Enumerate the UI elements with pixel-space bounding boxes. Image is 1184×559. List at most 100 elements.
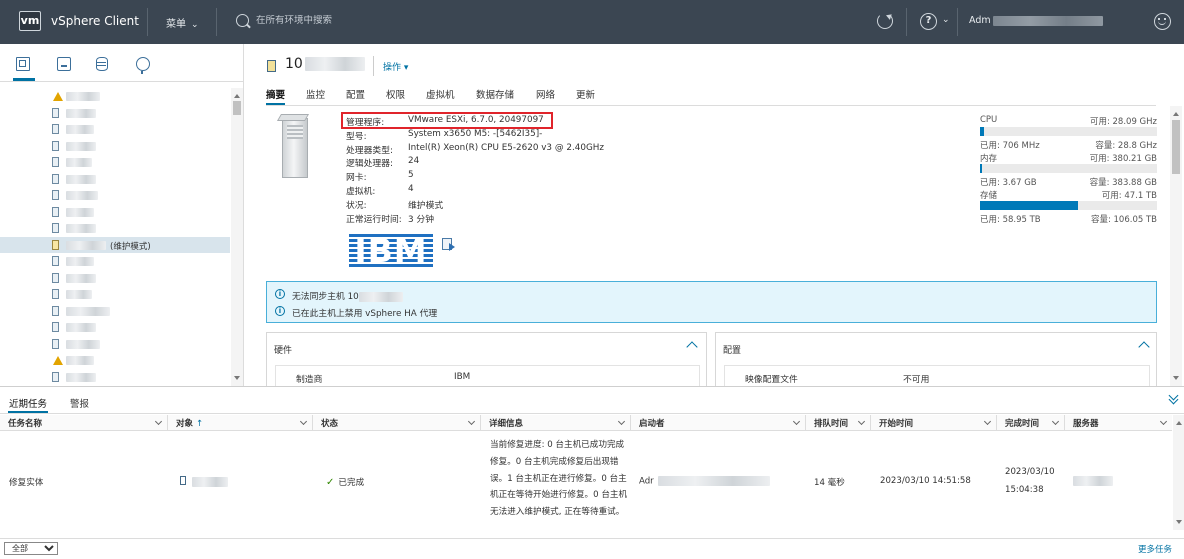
filter-caret-icon[interactable] xyxy=(617,417,626,426)
column-task-name[interactable]: 任务名称 xyxy=(0,415,168,431)
tree-item[interactable] xyxy=(0,138,230,154)
global-search-input[interactable] xyxy=(256,15,556,26)
chevron-down-icon[interactable]: ⌄ xyxy=(942,15,950,25)
filter-caret-icon[interactable] xyxy=(857,417,866,426)
filter-caret-icon[interactable] xyxy=(792,417,801,426)
column-initiator[interactable]: 启动者 xyxy=(631,415,806,431)
redacted-host-name xyxy=(66,306,110,316)
export-icon[interactable] xyxy=(442,238,455,251)
task-filter-select[interactable]: 全部 xyxy=(4,542,58,555)
storage-capacity: 容量: 106.05 TB xyxy=(1090,215,1157,225)
column-status[interactable]: 状态 xyxy=(313,415,481,431)
cpu-label: CPU xyxy=(980,115,998,125)
navigator-scrollbar[interactable] xyxy=(231,88,243,386)
tab-recent-tasks[interactable]: 近期任务 xyxy=(7,396,49,413)
tree-item[interactable] xyxy=(0,220,230,236)
storage-usage-bar xyxy=(980,201,1157,210)
storage-icon[interactable] xyxy=(96,57,108,71)
task-initiator: Adr xyxy=(639,476,770,487)
table-row[interactable]: 修复实体 ✓ 已完成 当前修复进度: 0 台主机已成功完成修复。0 台主机完成修复… xyxy=(0,432,1172,524)
tab-summary[interactable]: 摘要 xyxy=(266,87,286,105)
property-value: System x3650 M5: -[5462I35]- xyxy=(408,128,543,139)
tab-alarms[interactable]: 警报 xyxy=(70,396,89,410)
host-icon xyxy=(52,305,59,316)
hypervisor-highlight-box xyxy=(341,112,553,129)
recent-tasks-panel: 近期任务 警报 任务名称 对象 ↑ 状态 详细信息 启动者 排队时间 开始时间 完… xyxy=(0,386,1184,559)
alert-message: 无法同步主机 10 xyxy=(292,289,403,302)
tab-vms[interactable]: 虚拟机 xyxy=(426,87,455,101)
task-server[interactable] xyxy=(1073,476,1113,487)
tab-updates[interactable]: 更新 xyxy=(576,87,595,101)
tree-item[interactable] xyxy=(0,319,230,335)
tree-item[interactable] xyxy=(0,105,230,121)
task-object[interactable] xyxy=(180,476,228,487)
tree-item[interactable] xyxy=(0,286,230,302)
redacted-host-name xyxy=(66,141,96,151)
header-divider xyxy=(906,8,907,36)
column-object[interactable]: 对象 ↑ xyxy=(168,415,313,431)
filter-caret-icon[interactable] xyxy=(154,417,163,426)
tab-networks[interactable]: 网络 xyxy=(536,87,555,101)
tree-item[interactable] xyxy=(0,369,230,385)
column-start-time[interactable]: 开始时间 xyxy=(871,415,997,431)
task-table-scrollbar[interactable] xyxy=(1173,415,1184,530)
feedback-smiley-icon[interactable] xyxy=(1154,13,1171,30)
filter-caret-icon[interactable] xyxy=(467,417,476,426)
vsphere-client: vm vSphere Client 菜单 ⌄ ? ⌄ Adm xyxy=(0,0,1184,559)
host-icon xyxy=(52,223,59,233)
tab-datastores[interactable]: 数据存储 xyxy=(476,87,514,101)
tree-item[interactable] xyxy=(0,204,230,220)
tree-item[interactable] xyxy=(0,171,230,187)
host-icon xyxy=(52,338,59,349)
tab-monitor[interactable]: 监控 xyxy=(306,87,325,101)
card-key: 映像配置文件 xyxy=(745,375,798,385)
column-details[interactable]: 详细信息 xyxy=(481,415,631,431)
filter-caret-icon[interactable] xyxy=(1051,417,1060,426)
hosts-and-clusters-icon[interactable] xyxy=(13,57,35,81)
user-name: Adm xyxy=(969,15,991,26)
redacted-host-name xyxy=(66,191,98,200)
vendor-logo-text: IBM xyxy=(354,231,428,270)
help-icon[interactable]: ? xyxy=(920,13,937,30)
more-tasks-link[interactable]: 更多任务 xyxy=(1138,543,1172,555)
chevron-up-icon[interactable] xyxy=(686,341,698,353)
chevron-up-icon[interactable] xyxy=(1138,341,1150,353)
tree-item[interactable] xyxy=(0,187,230,203)
filter-caret-icon[interactable] xyxy=(983,417,992,426)
configuration-card: 配置 映像配置文件 不可用 xyxy=(715,332,1157,387)
tree-item[interactable] xyxy=(0,154,230,170)
column-server[interactable]: 服务器 xyxy=(1065,415,1172,431)
property-row: 逻辑处理器: 24 xyxy=(346,156,666,170)
header-divider xyxy=(216,8,217,36)
memory-usage-bar xyxy=(980,164,1157,173)
actions-menu-button[interactable]: 操作 ▾ xyxy=(383,60,408,73)
tree-item-selected-host[interactable]: (维护模式) xyxy=(0,236,230,253)
refresh-icon[interactable] xyxy=(877,13,893,29)
tree-item[interactable] xyxy=(0,253,230,269)
tree-item[interactable] xyxy=(0,336,230,352)
menu-button[interactable]: 菜单 ⌄ xyxy=(166,15,199,30)
tree-item[interactable] xyxy=(0,88,230,104)
tree-item[interactable] xyxy=(0,270,230,286)
tree-item[interactable] xyxy=(0,121,230,137)
redacted-host-name xyxy=(66,273,96,283)
column-completion-time[interactable]: 完成时间 xyxy=(997,415,1065,431)
content-scrollbar[interactable] xyxy=(1170,106,1182,386)
filter-caret-icon[interactable] xyxy=(299,417,308,426)
tree-item[interactable] xyxy=(0,352,230,368)
card-title: 硬件 xyxy=(274,346,293,356)
card-value: 不可用 xyxy=(903,375,930,385)
collapse-panel-icon[interactable] xyxy=(1169,394,1178,404)
tab-permissions[interactable]: 权限 xyxy=(386,87,405,101)
networking-icon[interactable] xyxy=(136,57,150,74)
tree-item[interactable] xyxy=(0,303,230,319)
tab-configure[interactable]: 配置 xyxy=(346,87,365,101)
property-key: 正常运行时间: xyxy=(346,214,402,225)
column-queued-for[interactable]: 排队时间 xyxy=(806,415,871,431)
user-menu[interactable]: Adm xyxy=(969,15,1103,26)
redacted-host-name xyxy=(66,290,92,299)
host-icon xyxy=(52,256,59,266)
filter-caret-icon[interactable] xyxy=(1159,417,1168,426)
redacted-host-name xyxy=(66,356,94,365)
vms-and-templates-icon[interactable] xyxy=(57,57,71,71)
